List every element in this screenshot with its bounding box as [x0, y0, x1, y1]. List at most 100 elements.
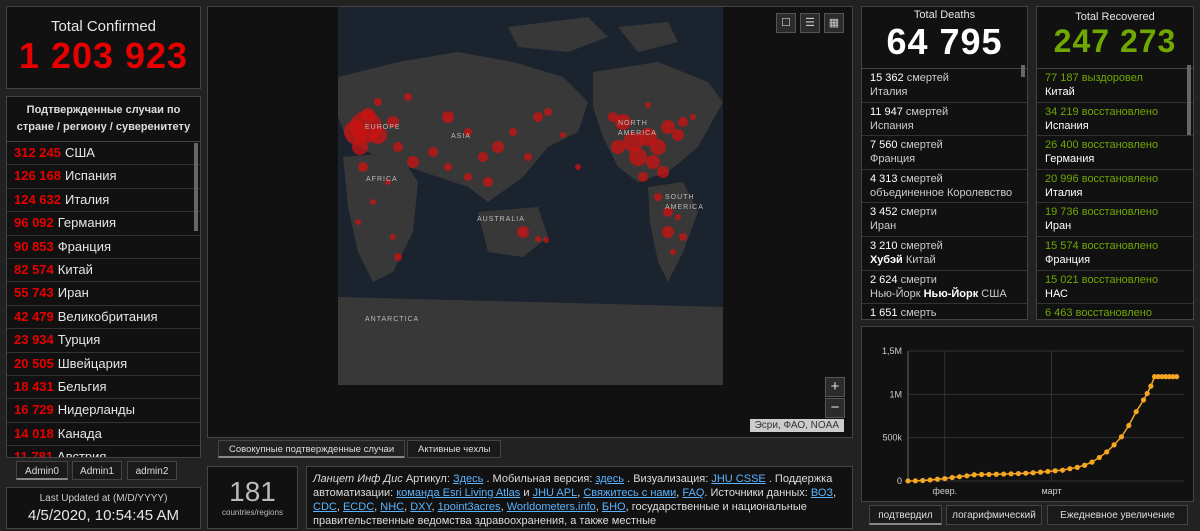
- chart-data-point[interactable]: [1001, 471, 1007, 477]
- source-dxy-link[interactable]: DXY: [410, 501, 431, 513]
- tab-active-cases[interactable]: Активные чехлы: [407, 440, 502, 458]
- recovered-row[interactable]: 26 400 восстановлено Германия: [1037, 136, 1193, 170]
- country-row[interactable]: 23 934 Турция: [7, 329, 200, 353]
- recovered-list-scrollbar[interactable]: [1187, 65, 1191, 135]
- deaths-list-scrollbar[interactable]: [1021, 65, 1025, 77]
- country-row[interactable]: 55 743 Иран: [7, 282, 200, 306]
- country-row[interactable]: 82 574 Китай: [7, 259, 200, 283]
- country-row[interactable]: 20 505 Швейцария: [7, 353, 200, 376]
- country-list-scrollbar[interactable]: [194, 143, 198, 231]
- tab-admin0[interactable]: Admin0: [16, 461, 68, 480]
- chart-data-point[interactable]: [912, 478, 918, 484]
- source-bno-link[interactable]: БНО: [602, 501, 626, 513]
- recovered-row[interactable]: 6 463 восстановлено: [1037, 304, 1193, 319]
- source-cdc-link[interactable]: CDC: [313, 501, 337, 513]
- recovered-row[interactable]: 19 736 восстановлено Иран: [1037, 203, 1193, 237]
- chart-data-point[interactable]: [1144, 390, 1150, 397]
- tab-chart-confirmed[interactable]: подтвердил: [869, 505, 942, 525]
- tab-admin1[interactable]: Admin1: [72, 461, 122, 480]
- deaths-row[interactable]: 3 210 смертей Хубэй Китай: [862, 237, 1027, 271]
- country-case-count: 23 934: [14, 332, 54, 348]
- chart-data-point[interactable]: [949, 474, 955, 481]
- source-1point3acres-link[interactable]: 1point3acres: [438, 501, 501, 513]
- chart-data-point[interactable]: [956, 474, 963, 480]
- chart-data-point[interactable]: [971, 472, 977, 478]
- country-row[interactable]: 16 729 Нидерланды: [7, 399, 200, 423]
- chart-data-point[interactable]: [1059, 467, 1066, 473]
- jhu-csse-link[interactable]: JHU CSSE: [711, 473, 765, 485]
- deaths-row[interactable]: 7 560 смертей Франция: [862, 136, 1027, 170]
- chart-data-point[interactable]: [1140, 397, 1147, 403]
- recovered-row[interactable]: 15 574 восстановлено Франция: [1037, 237, 1193, 271]
- chart-data-point[interactable]: [1089, 459, 1095, 465]
- recovered-row[interactable]: 20 996 восстановлено Италия: [1037, 170, 1193, 204]
- faq-link[interactable]: FAQ: [682, 487, 704, 499]
- esri-link[interactable]: команда Esri Living Atlas: [396, 487, 520, 499]
- source-ecdc-link[interactable]: ECDC: [343, 501, 374, 513]
- chart-data-point[interactable]: [1074, 464, 1080, 470]
- chart-data-point[interactable]: [1030, 470, 1036, 476]
- chart-data-point[interactable]: [1082, 462, 1088, 468]
- qr-code-icon[interactable]: ▦: [824, 13, 844, 33]
- chart-data-point[interactable]: [1118, 434, 1125, 440]
- recovered-row[interactable]: 15 021 восстановлено НАС: [1037, 271, 1193, 305]
- country-row[interactable]: 11 781 Австрия: [7, 446, 200, 457]
- chart-data-point[interactable]: [1023, 470, 1029, 476]
- bookmark-icon[interactable]: ☐: [776, 13, 796, 33]
- chart-data-point[interactable]: [927, 477, 933, 483]
- world-map[interactable]: EUROPE ASIA AFRICA AUSTRALIA NORTH AMERI…: [207, 6, 853, 438]
- chart-data-point[interactable]: [1174, 374, 1180, 380]
- mobile-link[interactable]: здесь: [595, 473, 624, 485]
- deaths-row[interactable]: 15 362 смертей Италия: [862, 69, 1027, 103]
- chart-data-point[interactable]: [942, 475, 948, 482]
- chart-data-point[interactable]: [905, 478, 911, 484]
- deaths-row[interactable]: 3 452 смерти Иран: [862, 203, 1027, 237]
- zoom-in-button[interactable]: +: [825, 377, 845, 397]
- chart-data-point[interactable]: [1045, 468, 1051, 475]
- chart-data-point[interactable]: [1148, 383, 1154, 389]
- country-row[interactable]: 90 853 Франция: [7, 236, 200, 259]
- chart-data-point[interactable]: [993, 471, 999, 477]
- map-canvas[interactable]: EUROPE ASIA AFRICA AUSTRALIA NORTH AMERI…: [338, 7, 723, 385]
- deaths-row[interactable]: 1 651 смерть: [862, 304, 1027, 319]
- tab-chart-daily-increase[interactable]: Ежедневное увеличение: [1047, 505, 1188, 525]
- chart-data-point[interactable]: [1133, 409, 1139, 415]
- country-row[interactable]: 14 018 Канада: [7, 423, 200, 447]
- chart-data-point[interactable]: [1126, 422, 1132, 429]
- chart-data-point[interactable]: [1037, 469, 1044, 475]
- source-worldometers-link[interactable]: Worldometers.info: [507, 501, 596, 513]
- chart-data-point[interactable]: [964, 473, 970, 479]
- chart-data-point[interactable]: [934, 476, 941, 482]
- chart-data-point[interactable]: [1104, 449, 1110, 455]
- article-link[interactable]: Здесь: [453, 473, 483, 485]
- country-row[interactable]: 42 479 Великобритания: [7, 306, 200, 330]
- contact-link[interactable]: Свяжитесь с нами: [583, 487, 676, 499]
- chart-data-point[interactable]: [1015, 470, 1021, 477]
- chart-data-point[interactable]: [1067, 466, 1073, 472]
- legend-list-icon[interactable]: ☰: [800, 13, 820, 33]
- country-row[interactable]: 124 632 Италия: [7, 189, 200, 213]
- deaths-row[interactable]: 11 947 смертей Испания: [862, 103, 1027, 137]
- chart-data-point[interactable]: [979, 471, 985, 478]
- tab-cumulative-confirmed[interactable]: Совокупные подтвержденные случаи: [218, 440, 406, 458]
- source-nhc-link[interactable]: NHC: [380, 501, 404, 513]
- recovered-row[interactable]: 34 219 восстановлено Испания: [1037, 103, 1193, 137]
- chart-data-point[interactable]: [1008, 471, 1014, 477]
- country-row[interactable]: 312 245 США: [7, 142, 200, 166]
- chart-data-point[interactable]: [1111, 442, 1117, 448]
- country-row[interactable]: 18 431 Бельгия: [7, 376, 200, 400]
- deaths-row[interactable]: 4 313 смертей объединенное Королевство: [862, 170, 1027, 204]
- chart-data-point[interactable]: [986, 471, 992, 478]
- chart-data-point[interactable]: [1096, 454, 1102, 461]
- chart-data-point[interactable]: [1052, 468, 1058, 474]
- country-row[interactable]: 96 092 Германия: [7, 212, 200, 236]
- jhu-apl-link[interactable]: JHU APL: [533, 487, 578, 499]
- source-who-link[interactable]: ВОЗ: [811, 487, 833, 499]
- recovered-row[interactable]: 77 187 выздоровел Китай: [1037, 69, 1193, 103]
- zoom-out-button[interactable]: −: [825, 398, 845, 418]
- country-row[interactable]: 126 168 Испания: [7, 165, 200, 189]
- chart-data-point[interactable]: [920, 477, 926, 484]
- tab-admin2[interactable]: admin2: [127, 461, 177, 480]
- deaths-row[interactable]: 2 624 смерти Нью-Йорк Нью-Йорк США: [862, 271, 1027, 305]
- tab-chart-logarithmic[interactable]: логарифмический: [946, 505, 1042, 525]
